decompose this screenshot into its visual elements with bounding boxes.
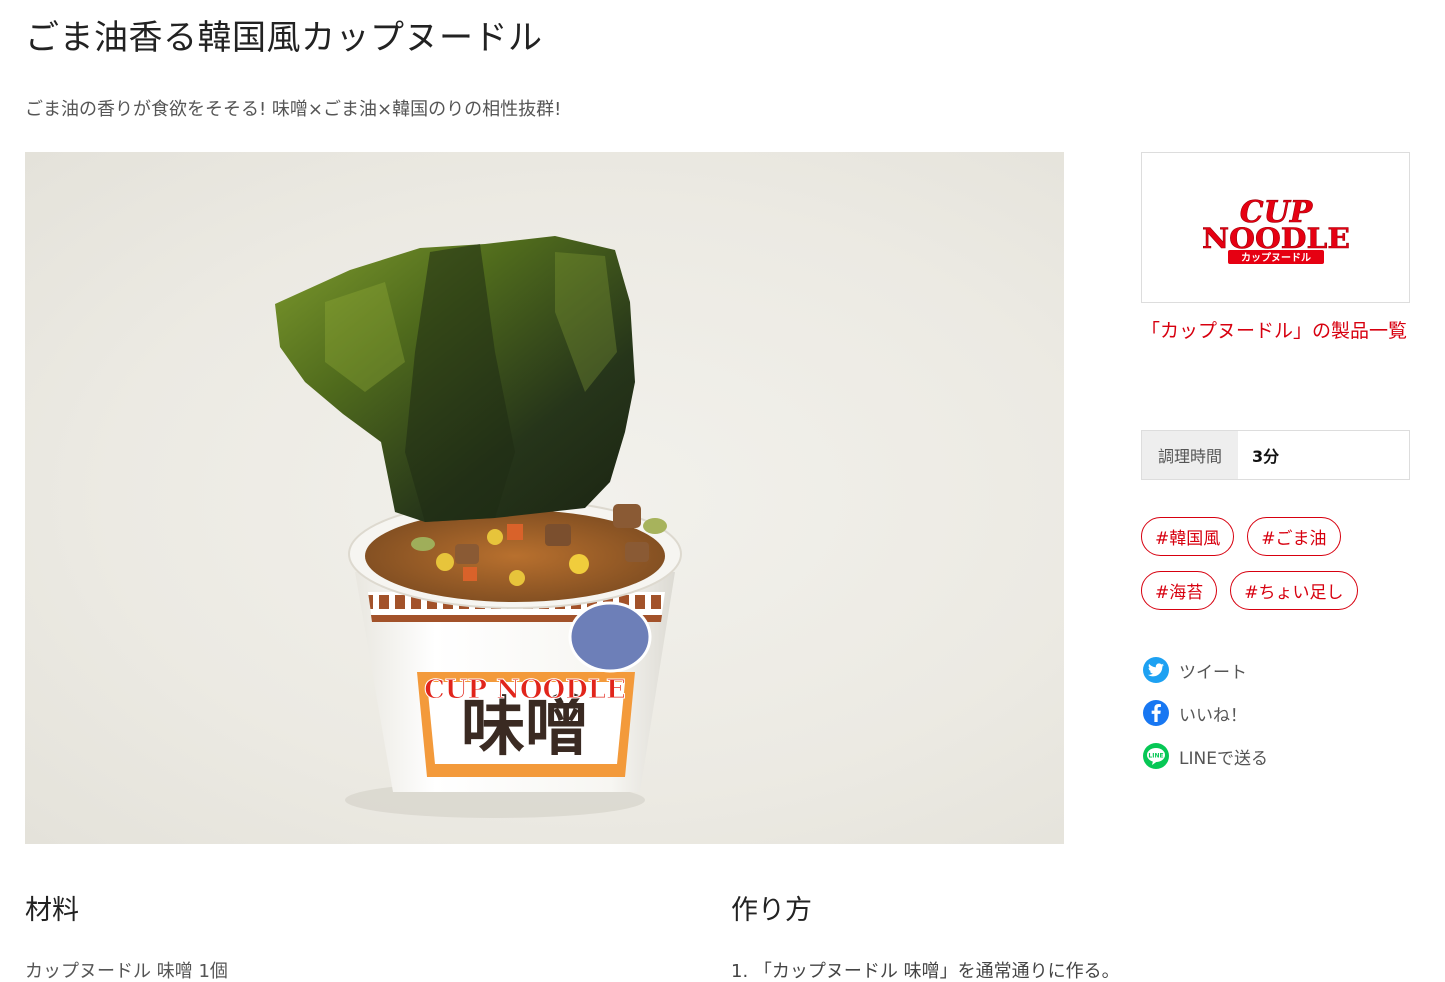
- facebook-icon: [1143, 700, 1169, 726]
- tag-list: #韓国風 #ごま油 #海苔 #ちょい足し: [1141, 517, 1411, 610]
- line-share-button[interactable]: LINE LINEで送る: [1143, 742, 1268, 770]
- tweet-label: ツイート: [1179, 662, 1247, 683]
- tag-chip[interactable]: #ちょい足し: [1230, 571, 1358, 610]
- steps-heading: 作り方: [731, 895, 812, 926]
- tag-chip[interactable]: #ごま油: [1247, 517, 1341, 556]
- tag-chip[interactable]: #韓国風: [1141, 517, 1235, 556]
- cook-time-table: 調理時間 3分: [1141, 430, 1410, 480]
- facebook-like-label: いいね！: [1179, 705, 1247, 726]
- recipe-photo-illustration: 味噌 CUP NOODLE: [275, 236, 682, 818]
- recipe-photo: 味噌 CUP NOODLE: [25, 152, 1064, 844]
- facebook-like-button[interactable]: いいね！: [1143, 699, 1268, 727]
- step-item: 1. 「カップヌードル 味噌」を通常通りに作る。: [731, 961, 1120, 982]
- cup-noodle-logo: CUP NOODLE カップヌードル: [1201, 194, 1350, 264]
- cook-time-label: 調理時間: [1142, 431, 1238, 479]
- brand-products-link[interactable]: 「カップヌードル」の製品一覧: [1141, 312, 1413, 350]
- share-buttons: ツイート いいね！ LINE LINEで送る: [1143, 656, 1268, 785]
- ingredients-heading: 材料: [25, 895, 79, 926]
- twitter-icon: [1143, 657, 1169, 683]
- svg-text:カップヌードル: カップヌードル: [1241, 251, 1311, 264]
- tag-chip[interactable]: #海苔: [1141, 571, 1218, 610]
- ingredient-item: カップヌードル 味噌 1個: [25, 961, 228, 982]
- line-icon: LINE: [1143, 743, 1169, 769]
- page-title: ごま油香る韓国風カップヌードル: [25, 18, 543, 58]
- svg-text:CUP NOODLE: CUP NOODLE: [424, 675, 626, 705]
- brand-logo-box[interactable]: CUP NOODLE カップヌードル: [1141, 152, 1410, 303]
- cook-time-value: 3分: [1252, 447, 1280, 466]
- svg-text:LINE: LINE: [1148, 753, 1163, 760]
- page-subtitle: ごま油の香りが食欲をそそる! 味噌×ごま油×韓国のりの相性抜群!: [25, 99, 562, 120]
- tweet-button[interactable]: ツイート: [1143, 656, 1268, 684]
- line-share-label: LINEで送る: [1179, 748, 1268, 769]
